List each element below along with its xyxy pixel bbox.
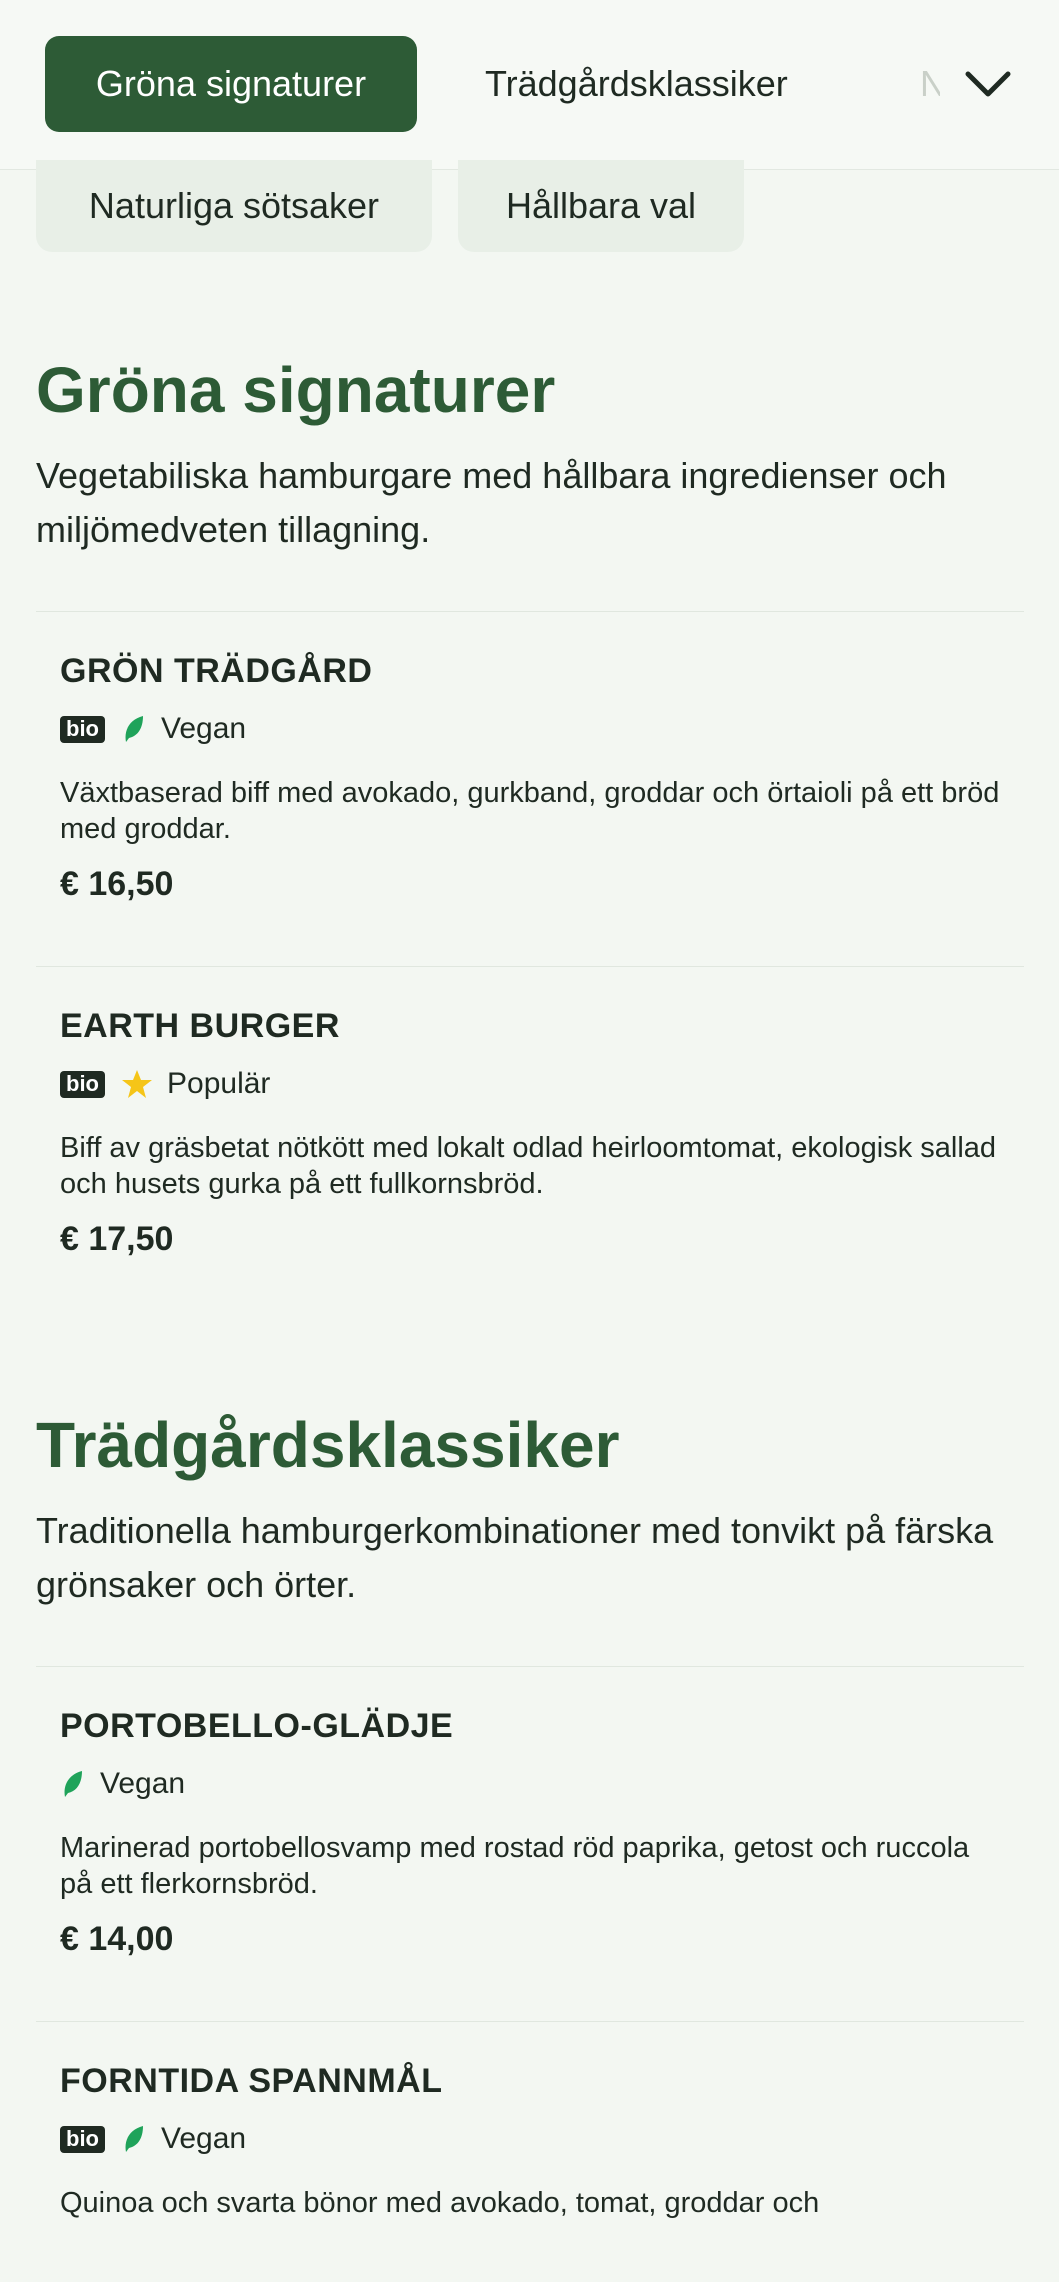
tag-label: Vegan bbox=[100, 1767, 186, 1801]
star-icon bbox=[122, 1070, 152, 1099]
item-price: € 16,50 bbox=[60, 865, 174, 904]
item-tags: bio Vegan bbox=[60, 711, 1000, 747]
menu-item[interactable]: GRÖN TRÄDGÅRD bio Vegan Växtbaserad biff… bbox=[36, 612, 1024, 966]
tab-grona-signaturer[interactable]: Gröna signaturer bbox=[45, 36, 417, 132]
item-name: GRÖN TRÄDGÅRD bbox=[60, 652, 373, 691]
tab-partial[interactable]: N bbox=[920, 36, 940, 132]
item-description: Växtbaserad biff med avokado, gurkband, … bbox=[60, 777, 1000, 846]
section-title: Trädgårdsklassiker bbox=[36, 1409, 620, 1481]
menu-item[interactable]: PORTOBELLO-GLÄDJE Vegan Marinerad portob… bbox=[36, 1667, 1024, 2021]
tab-tradgardsklassiker[interactable]: Trädgårdsklassiker bbox=[485, 36, 788, 132]
item-price: € 17,50 bbox=[60, 1220, 174, 1259]
section-tradgardsklassiker: Trädgårdsklassiker Traditionella hamburg… bbox=[36, 1410, 1024, 2282]
section-grona-signaturer: Gröna signaturer Vegetabiliska hamburgar… bbox=[36, 355, 1024, 1321]
menu-item[interactable]: EARTH BURGER bio Populär Biff av gräsbet… bbox=[36, 967, 1024, 1321]
item-name: PORTOBELLO-GLÄDJE bbox=[60, 1707, 454, 1746]
item-price: € 14,00 bbox=[60, 1920, 174, 1959]
bio-badge: bio bbox=[60, 2125, 105, 2153]
chip-hallbara-val[interactable]: Hållbara val bbox=[458, 160, 744, 252]
leaf-icon bbox=[125, 2126, 143, 2153]
category-nav: Gröna signaturer Trädgårdsklassiker N bbox=[0, 0, 1059, 170]
leaf-icon bbox=[125, 716, 143, 743]
bio-badge: bio bbox=[60, 715, 105, 743]
chip-naturliga-sotsaker[interactable]: Naturliga sötsaker bbox=[36, 160, 432, 252]
section-description: Vegetabiliska hamburgare med hållbara in… bbox=[36, 455, 947, 551]
item-tags: bio Vegan bbox=[60, 2121, 1000, 2157]
menu-item[interactable]: FORNTIDA SPANNMÅL bio Vegan Quinoa och s… bbox=[36, 2022, 1024, 2282]
tag-label: Vegan bbox=[161, 2122, 247, 2156]
item-description: Biff av gräsbetat nötkött med lokalt odl… bbox=[60, 1132, 997, 1201]
section-title: Gröna signaturer bbox=[36, 354, 556, 426]
item-description: Quinoa och svarta bönor med avokado, tom… bbox=[60, 2187, 820, 2220]
leaf-icon bbox=[64, 1771, 82, 1798]
chevron-down-icon[interactable] bbox=[960, 58, 1016, 110]
item-name: EARTH BURGER bbox=[60, 1007, 340, 1046]
bio-badge: bio bbox=[60, 1070, 105, 1098]
tag-label: Vegan bbox=[161, 712, 247, 746]
item-tags: bio Populär bbox=[60, 1066, 1000, 1102]
item-name: FORNTIDA SPANNMÅL bbox=[60, 2062, 443, 2101]
tag-label: Populär bbox=[167, 1067, 271, 1101]
item-tags: Vegan bbox=[60, 1766, 1000, 1802]
section-description: Traditionella hamburgerkombinationer med… bbox=[36, 1510, 994, 1606]
item-description: Marinerad portobellosvamp med rostad röd… bbox=[60, 1832, 970, 1901]
